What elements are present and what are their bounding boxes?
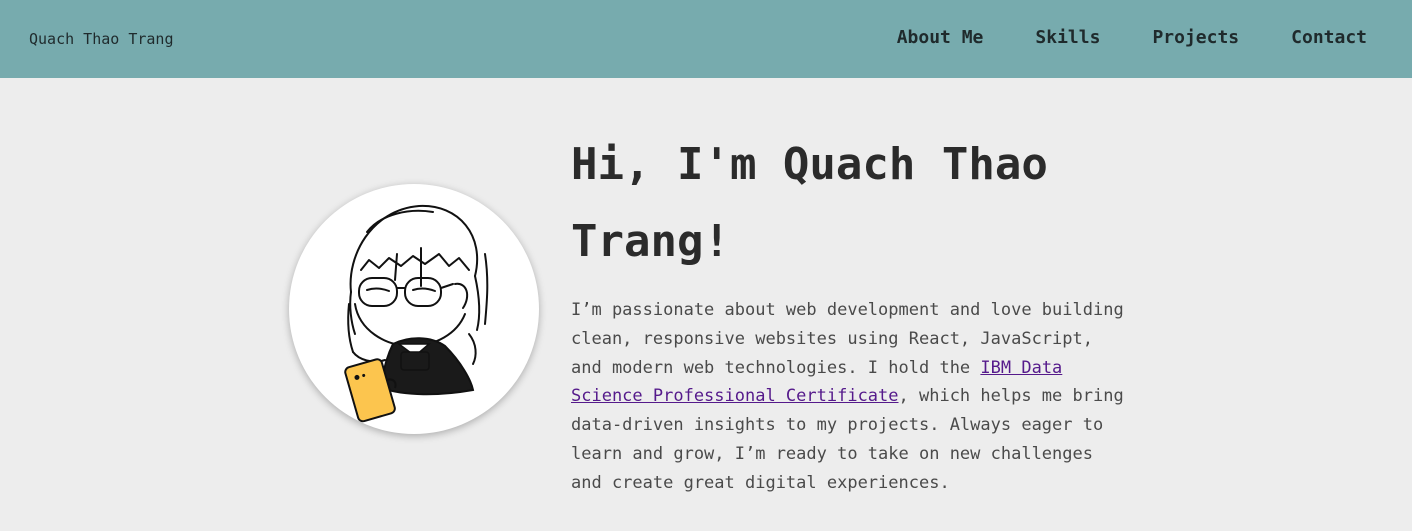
hero-intro-paragraph: I’m passionate about web development and… bbox=[571, 296, 1131, 498]
avatar bbox=[289, 184, 539, 434]
hero-title: Hi, I'm Quach Thao Trang! bbox=[571, 139, 1048, 267]
nav-link-skills[interactable]: Skills bbox=[1035, 27, 1100, 48]
nav-link-about-me[interactable]: About Me bbox=[897, 27, 984, 48]
nav-links: About Me Skills Projects Contact bbox=[897, 27, 1367, 48]
avatar-illustration-icon bbox=[344, 204, 489, 423]
brand-logo-link[interactable]: Quach Thao Trang bbox=[29, 30, 174, 48]
navbar: Quach Thao Trang About Me Skills Project… bbox=[0, 0, 1412, 78]
nav-link-contact[interactable]: Contact bbox=[1291, 27, 1367, 48]
nav-link-projects[interactable]: Projects bbox=[1152, 27, 1239, 48]
